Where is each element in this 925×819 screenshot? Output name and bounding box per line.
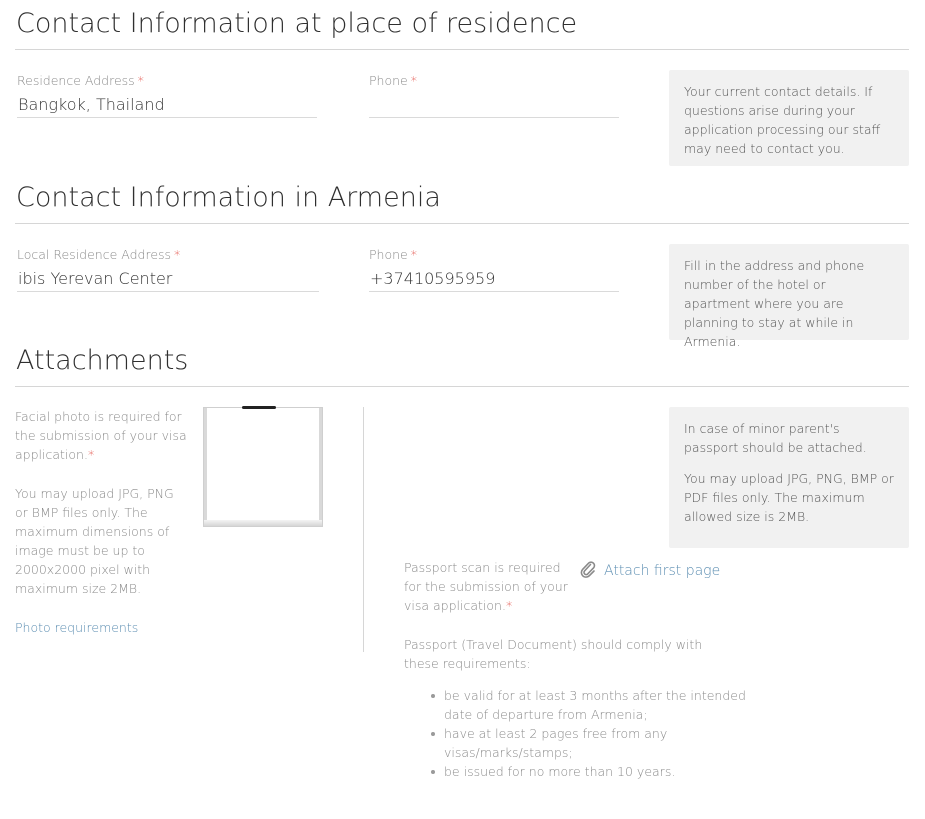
- residence-phone-label: Phone *: [369, 73, 417, 88]
- passport-required-text: Passport scan is required for the submis…: [404, 560, 568, 613]
- armenia-phone-input[interactable]: [369, 266, 619, 292]
- passport-formats-note: You may upload JPG, PNG, BMP or PDF file…: [684, 471, 894, 524]
- photo-requirements-link[interactable]: Photo requirements: [15, 618, 138, 637]
- passport-comply-text: Passport (Travel Document) should comply…: [404, 637, 703, 671]
- armenia-divider: [15, 223, 909, 224]
- attachments-info-box: In case of minor parent's passport shoul…: [669, 407, 909, 548]
- list-item: have at least 2 pages free from any visa…: [431, 724, 764, 762]
- paperclip-icon: [580, 560, 596, 582]
- attachments-column-divider: [363, 407, 364, 652]
- passport-requirements-list: be valid for at least 3 months after the…: [404, 686, 764, 781]
- photo-frame-right: [319, 408, 322, 526]
- minor-passport-note: In case of minor parent's passport shoul…: [684, 421, 867, 455]
- attach-first-page-label: Attach first page: [604, 563, 721, 579]
- local-address-input[interactable]: [17, 266, 319, 292]
- residence-phone-input[interactable]: [369, 92, 619, 118]
- photo-required-text: Facial photo is required for the submiss…: [15, 409, 187, 462]
- armenia-info-box: Fill in the address and phone number of …: [669, 244, 909, 349]
- list-item: be issued for no more than 10 years.: [431, 762, 764, 781]
- photo-frame-left: [204, 408, 207, 526]
- local-address-label: Local Residence Address *: [17, 247, 181, 262]
- list-item: be valid for at least 3 months after the…: [431, 686, 764, 724]
- photo-frame-bottom: [204, 520, 322, 526]
- residence-section-title: Contact Information at place of residenc…: [16, 8, 578, 39]
- attach-first-page-button[interactable]: Attach first page: [580, 560, 720, 582]
- attachments-section-title: Attachments: [16, 345, 189, 376]
- photo-upload-box[interactable]: [203, 406, 323, 527]
- armenia-phone-label: Phone *: [369, 247, 417, 262]
- residence-address-field: Residence Address *: [17, 73, 317, 118]
- residence-address-label: Residence Address *: [17, 73, 144, 88]
- residence-divider: [15, 49, 909, 50]
- residence-info-box: Your current contact details. If questio…: [669, 70, 909, 166]
- residence-address-input[interactable]: [17, 92, 317, 118]
- residence-phone-field: Phone *: [369, 73, 619, 118]
- armenia-section-title: Contact Information in Armenia: [16, 182, 441, 213]
- photo-formats-text: You may upload JPG, PNG or BMP files onl…: [15, 486, 174, 596]
- attachments-divider: [15, 386, 909, 387]
- armenia-phone-field: Phone *: [369, 247, 619, 292]
- local-address-field: Local Residence Address *: [17, 247, 319, 292]
